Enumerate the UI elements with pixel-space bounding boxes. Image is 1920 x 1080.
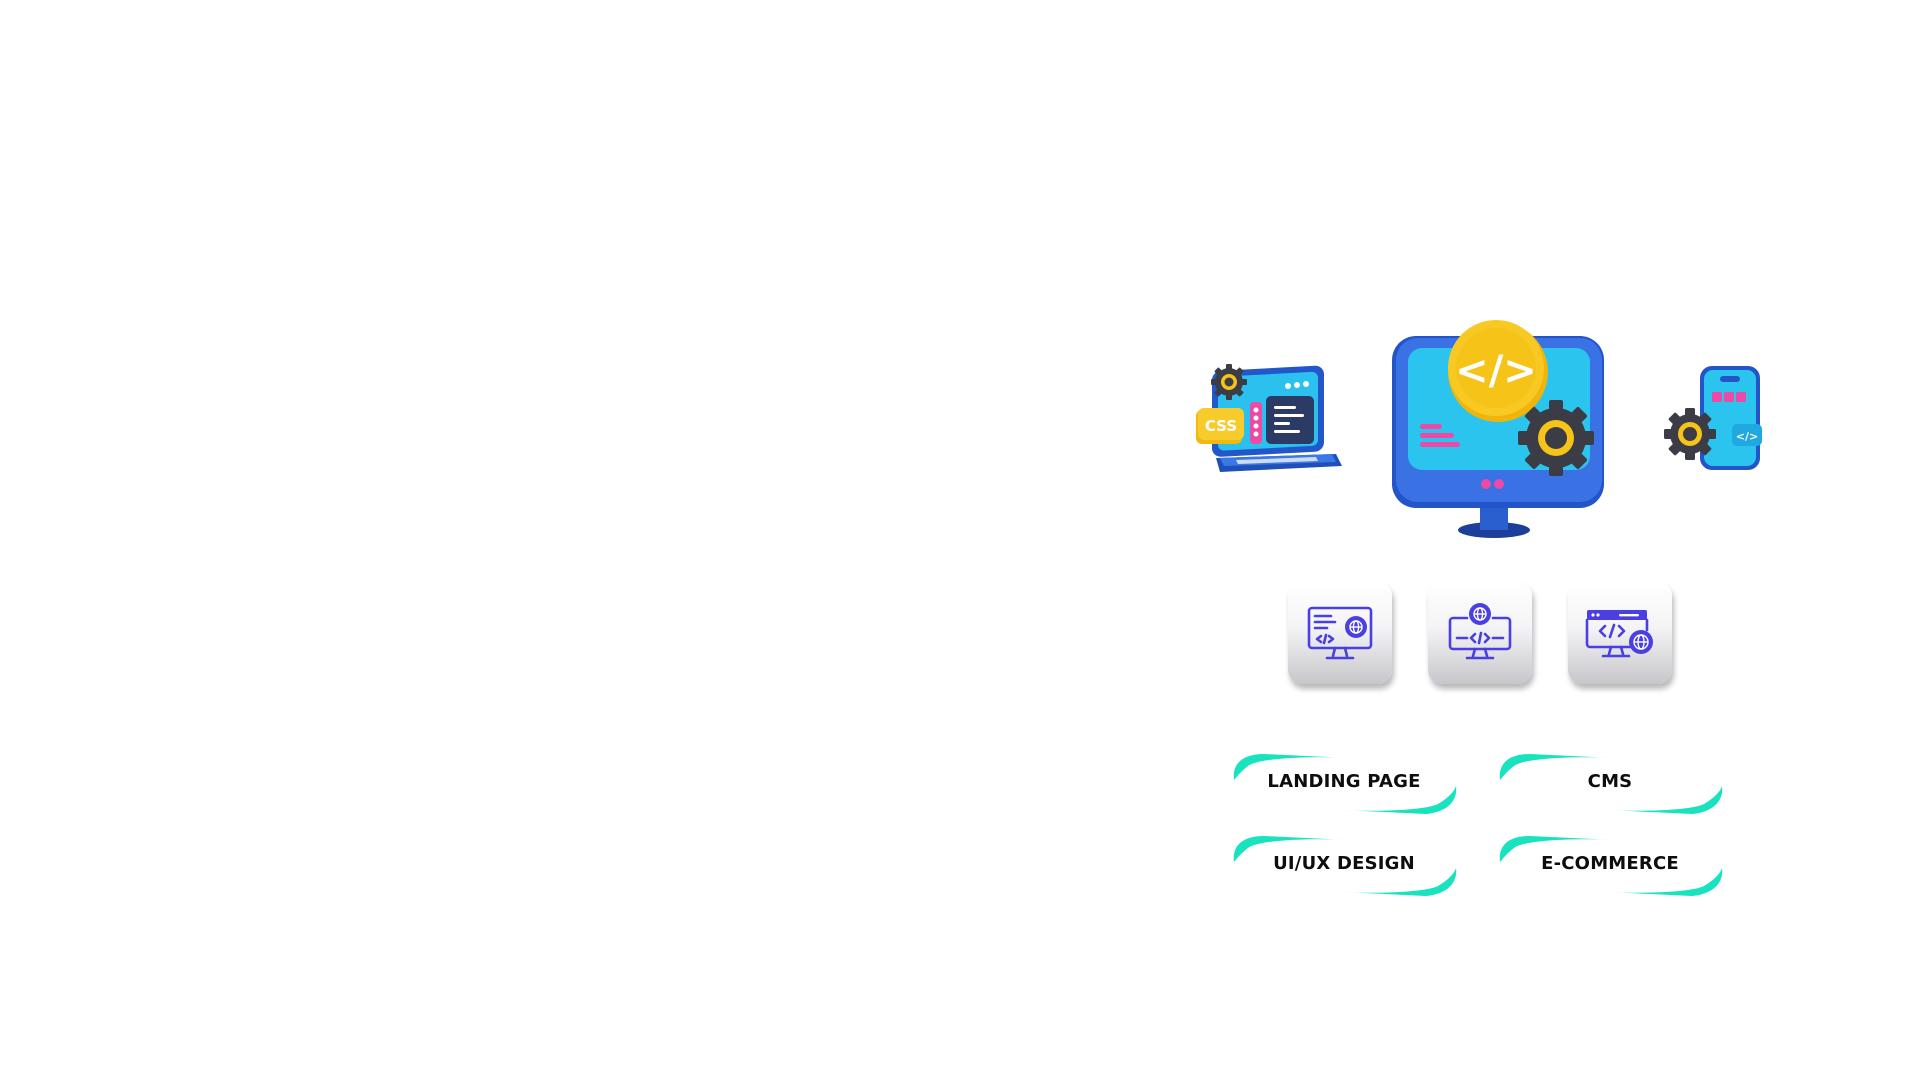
svg-text:</>: </> — [1736, 430, 1758, 443]
globe-monitor-code-icon — [1448, 603, 1512, 660]
service-cms[interactable]: CMS — [1496, 744, 1724, 820]
tile-monitor-code-globe[interactable] — [1288, 582, 1392, 684]
service-e-commerce[interactable]: E-COMMERCE — [1496, 826, 1724, 902]
css-label: CSS — [1205, 417, 1237, 435]
code-monitor-icon: </> — [1386, 320, 1614, 542]
service-ui-ux-design[interactable]: UI/UX DESIGN — [1230, 826, 1458, 902]
service-label: CMS — [1587, 771, 1633, 792]
service-landing-page[interactable]: LANDING PAGE — [1230, 744, 1458, 820]
canvas: CSS </> </> LANDING PAGE CMS UI/UX DESIG… — [0, 0, 1920, 1080]
tile-globe-monitor-code[interactable] — [1428, 582, 1532, 684]
service-label: UI/UX DESIGN — [1273, 853, 1415, 874]
service-label: E-COMMERCE — [1541, 853, 1679, 874]
code-symbol: </> — [1455, 348, 1537, 394]
tile-browser-code-globe[interactable] — [1568, 582, 1672, 684]
browser-code-globe-icon — [1585, 610, 1653, 658]
monitor-code-globe-icon — [1307, 606, 1373, 660]
mobile-dev-icon: </> — [1664, 362, 1764, 474]
css-laptop-icon: CSS — [1196, 358, 1344, 486]
service-label: LANDING PAGE — [1267, 771, 1421, 792]
